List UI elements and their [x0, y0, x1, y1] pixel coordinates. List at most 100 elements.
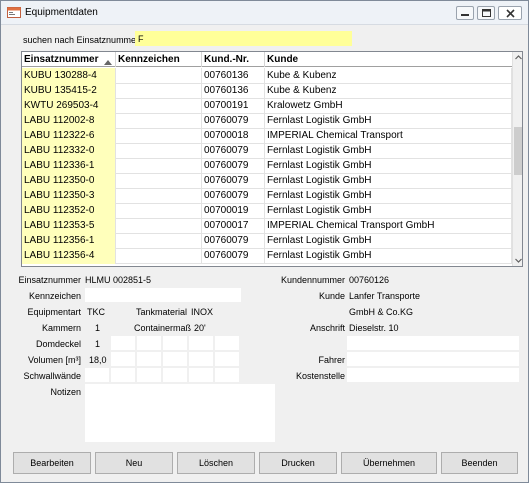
einsatznummer-value: HLMU 002851-5	[85, 275, 152, 285]
table-row[interactable]: KWTU 269503-4 00700191 Kralowetz GmbH	[22, 98, 512, 114]
cell-kundnr: 00760136	[202, 83, 265, 99]
uebernehmen-button[interactable]: Übernehmen	[341, 452, 437, 474]
cell-kennzeichen	[116, 128, 202, 144]
loeschen-button[interactable]: Löschen	[177, 452, 255, 474]
schwallwaende-cell-2[interactable]	[137, 368, 161, 382]
cell-einsatznummer: LABU 112336-1	[22, 158, 116, 174]
cell-einsatznummer: LABU 112356-1	[22, 233, 116, 249]
table-header: Einsatznummer Kennzeichen Kund.-Nr. Kund…	[22, 52, 512, 67]
neu-button[interactable]: Neu	[95, 452, 173, 474]
close-button[interactable]	[498, 6, 522, 20]
vertical-scrollbar[interactable]	[512, 52, 522, 266]
table-row[interactable]: LABU 112356-1 00760079 Fernlast Logistik G…	[22, 233, 512, 249]
kundennummer-value: 00760126	[349, 275, 390, 285]
cell-kennzeichen	[116, 158, 202, 174]
cell-kennzeichen	[116, 173, 202, 189]
schwallwaende-label: Schwallwände	[23, 371, 81, 381]
schwallwaende-cell-5[interactable]	[215, 368, 239, 382]
volumen-label: Volumen [m³]	[27, 355, 81, 365]
equipmentart-value: TKC	[87, 307, 105, 317]
volumen-cell-3[interactable]	[163, 352, 187, 366]
bearbeiten-button[interactable]: Bearbeiten	[13, 452, 91, 474]
column-header-kennzeichen[interactable]: Kennzeichen	[116, 52, 202, 67]
cell-kunde: Kube & Kubenz	[265, 68, 512, 84]
column-header-kunde[interactable]: Kunde	[265, 52, 512, 67]
volumen-cell-5[interactable]	[215, 352, 239, 366]
cell-einsatznummer: KUBU 135415-2	[22, 83, 116, 99]
kunde-label: Kunde	[318, 291, 345, 301]
table-row[interactable]: LABU 112353-5 00700017 IMPERIAL Chemical T…	[22, 218, 512, 234]
tankmaterial-label: Tankmaterial	[135, 307, 187, 317]
cell-kundnr: 00760079	[202, 113, 265, 129]
table-row[interactable]: KUBU 135415-2 00760136 Kube & Kubenz	[22, 83, 512, 99]
anschrift-field-2[interactable]	[347, 336, 519, 350]
beenden-button[interactable]: Beenden	[441, 452, 518, 474]
scroll-thumb[interactable]	[514, 127, 522, 175]
schwallwaende-cell-1[interactable]	[111, 368, 135, 382]
volumen-cell-4[interactable]	[189, 352, 213, 366]
domdeckel-cell-1[interactable]	[111, 336, 135, 350]
kostenstelle-label: Kostenstelle	[295, 371, 345, 381]
table-row[interactable]: LABU 112336-1 00760079 Fernlast Logistik G…	[22, 158, 512, 174]
column-header-kundnr[interactable]: Kund.-Nr.	[202, 52, 265, 67]
cell-einsatznummer: LABU 112356-4	[22, 248, 116, 264]
cell-kunde: Fernlast Logistik GmbH	[265, 248, 512, 264]
cell-kennzeichen	[116, 218, 202, 234]
scroll-up-icon[interactable]	[513, 52, 522, 63]
close-icon	[505, 8, 515, 18]
containermass-label: Containermaß	[133, 323, 191, 333]
cell-kunde: IMPERIAL Chemical Transport GmbH	[265, 218, 512, 234]
maximize-button[interactable]	[477, 6, 495, 20]
minimize-button[interactable]	[456, 6, 474, 20]
volumen-value: 18,0	[89, 355, 107, 365]
cell-kundnr: 00700018	[202, 128, 265, 144]
column-header-einsatznummer[interactable]: Einsatznummer	[22, 52, 116, 67]
notizen-textarea[interactable]	[85, 384, 275, 442]
sort-ascending-icon	[104, 57, 112, 65]
kennzeichen-field[interactable]	[85, 288, 241, 302]
cell-kunde: Fernlast Logistik GmbH	[265, 203, 512, 219]
scroll-down-icon[interactable]	[513, 255, 522, 266]
table-row[interactable]: LABU 112350-3 00760079 Fernlast Logistik G…	[22, 188, 512, 204]
search-label: suchen nach Einsatznummer:	[23, 35, 142, 45]
app-icon	[7, 6, 21, 19]
cell-einsatznummer: LABU 112002-8	[22, 113, 116, 129]
table-row[interactable]: LABU 112002-8 00760079 Fernlast Logistik G…	[22, 113, 512, 129]
volumen-cell-2[interactable]	[137, 352, 161, 366]
domdeckel-cell-5[interactable]	[215, 336, 239, 350]
anschrift-value: Dieselstr. 10	[349, 323, 399, 333]
fahrer-label: Fahrer	[318, 355, 345, 365]
table-row[interactable]: LABU 112322-6 00700018 IMPERIAL Chemical T…	[22, 128, 512, 144]
cell-kennzeichen	[116, 203, 202, 219]
fahrer-field[interactable]	[347, 352, 519, 366]
cell-kunde: Fernlast Logistik GmbH	[265, 143, 512, 159]
cell-kundnr: 00700017	[202, 218, 265, 234]
cell-kunde: Kralowetz GmbH	[265, 98, 512, 114]
kennzeichen-label: Kennzeichen	[28, 291, 81, 301]
cell-kunde: IMPERIAL Chemical Transport	[265, 128, 512, 144]
schwallwaende-cell-3[interactable]	[163, 368, 187, 382]
cell-einsatznummer: KUBU 130288-4	[22, 68, 116, 84]
table-row[interactable]: LABU 112332-0 00760079 Fernlast Logistik G…	[22, 143, 512, 159]
kammern-value: 1	[95, 323, 101, 333]
domdeckel-cell-3[interactable]	[163, 336, 187, 350]
table-row[interactable]: LABU 112350-0 00760079 Fernlast Logistik G…	[22, 173, 512, 189]
table-row[interactable]: LABU 112352-0 00700019 Fernlast Logistik G…	[22, 203, 512, 219]
drucken-button[interactable]: Drucken	[259, 452, 337, 474]
cell-kennzeichen	[116, 188, 202, 204]
table-row[interactable]: LABU 112356-4 00760079 Fernlast Logistik G…	[22, 248, 512, 264]
cell-einsatznummer: LABU 112353-5	[22, 218, 116, 234]
domdeckel-cell-4[interactable]	[189, 336, 213, 350]
cell-kundnr: 00760079	[202, 143, 265, 159]
schwallwaende-cell-4[interactable]	[189, 368, 213, 382]
search-input[interactable]	[135, 31, 352, 46]
volumen-cell-1[interactable]	[111, 352, 135, 366]
kostenstelle-field[interactable]	[347, 368, 519, 382]
cell-kundnr: 00760079	[202, 158, 265, 174]
equipment-table[interactable]: Einsatznummer Kennzeichen Kund.-Nr. Kund…	[21, 51, 523, 267]
cell-kundnr: 00760079	[202, 248, 265, 264]
cell-kundnr: 00760079	[202, 173, 265, 189]
table-row[interactable]: KUBU 130288-4 00760136 Kube & Kubenz	[22, 68, 512, 84]
domdeckel-cell-2[interactable]	[137, 336, 161, 350]
schwallwaende-cell-0[interactable]	[85, 368, 109, 382]
